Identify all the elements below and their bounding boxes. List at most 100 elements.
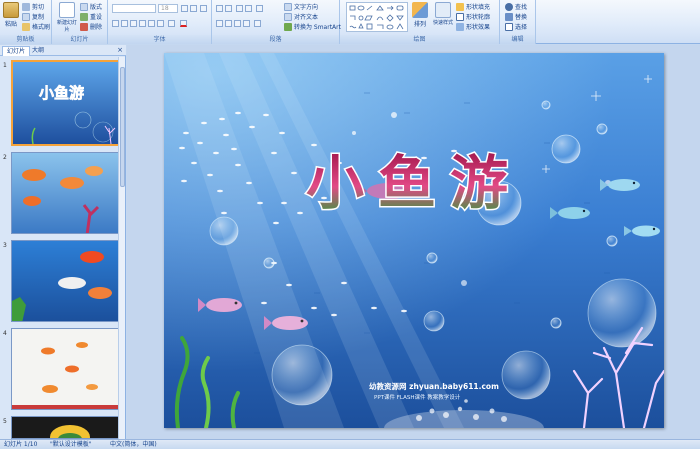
cut-button[interactable]: 剪切 — [22, 2, 44, 11]
layout-icon — [80, 2, 88, 11]
theme-name: "默认设计模板" — [50, 441, 92, 448]
font-color-icon[interactable] — [180, 20, 187, 27]
slide-thumbnail-1[interactable]: 小鱼游 — [11, 60, 121, 146]
columns-icon[interactable] — [254, 20, 261, 27]
slide-title[interactable]: 小鱼游 — [304, 148, 522, 219]
panel-scrollbar[interactable] — [118, 57, 125, 439]
thumbnail-1-image: 小鱼游 — [13, 62, 119, 144]
new-slide-icon — [59, 2, 75, 18]
panel-scrollbar-thumb[interactable] — [120, 67, 125, 187]
replace-button[interactable]: 替换 — [505, 12, 527, 21]
font-group-label: 字体 — [108, 35, 211, 44]
slide-number: 4 — [3, 330, 7, 337]
slide-canvas[interactable]: 小鱼游 幼教资源网 zhyuan.baby611.com PPT课件 FLASH… — [164, 53, 664, 428]
line-spacing-icon[interactable] — [256, 5, 263, 12]
slide-number: 2 — [3, 154, 7, 161]
paste-button[interactable]: 粘贴 — [3, 2, 19, 28]
increase-indent-icon[interactable] — [245, 5, 252, 12]
bullets-icon[interactable] — [216, 5, 223, 12]
justify-icon[interactable] — [243, 20, 250, 27]
shadow-icon[interactable] — [148, 20, 155, 27]
slide-number: 3 — [3, 242, 7, 249]
strikethrough-icon[interactable] — [139, 20, 146, 27]
quick-styles-button[interactable]: 快速样式 — [430, 2, 456, 26]
slide-thumbnail-4[interactable] — [11, 328, 121, 410]
thumbnail-1-title: 小鱼游 — [39, 84, 84, 102]
editing-group: 查找 替换 选择 编辑 — [500, 0, 536, 44]
font-size-combo[interactable]: 18 — [158, 4, 178, 13]
panel-tabs: 幻灯片 大纲 × — [0, 45, 126, 56]
status-bar: 幻灯片 1/10 "默认设计模板" 中文(简体，中国) — [0, 439, 700, 449]
tab-slides[interactable]: 幻灯片 — [2, 46, 31, 56]
slide-thumbnail-3[interactable] — [11, 240, 121, 322]
paragraph-group-label: 段落 — [212, 35, 339, 44]
text-direction-button[interactable]: 文字方向 — [284, 2, 318, 11]
underline-icon[interactable] — [130, 20, 137, 27]
reset-button[interactable]: 重设 — [80, 12, 102, 21]
shapes-gallery[interactable] — [346, 2, 408, 32]
slides-group: 新建幻灯片 版式 重设 删除 幻灯片 — [52, 0, 108, 44]
select-button[interactable]: 选择 — [505, 22, 527, 31]
paragraph-group: 文字方向 对齐文本 转换为 SmartArt 段落 — [212, 0, 341, 44]
cursor-icon — [505, 22, 513, 31]
italic-icon[interactable] — [121, 20, 128, 27]
slide-thumbnail-2[interactable] — [11, 152, 121, 234]
copy-button[interactable]: 复制 — [22, 12, 44, 21]
delete-button[interactable]: 删除 — [80, 22, 102, 31]
new-slide-button[interactable]: 新建幻灯片 — [56, 2, 78, 33]
thumbnail-4-image — [12, 329, 120, 409]
align-right-icon[interactable] — [234, 20, 241, 27]
thumbnail-5-image — [12, 417, 120, 438]
tab-outline[interactable]: 大纲 — [28, 46, 48, 56]
clipboard-group: 粘贴 剪切 复制 格式刷 剪贴板 — [0, 0, 52, 44]
layout-button[interactable]: 版式 — [80, 2, 102, 11]
copy-icon — [22, 12, 30, 21]
slide-thumbnail-5[interactable] — [11, 416, 121, 439]
align-text-button[interactable]: 对齐文本 — [284, 12, 318, 21]
thumbnail-3-image — [12, 241, 120, 321]
smartart-button[interactable]: 转换为 SmartArt — [284, 22, 341, 31]
decrease-indent-icon[interactable] — [236, 5, 243, 12]
slide-number: 5 — [3, 418, 7, 425]
ribbon: 粘贴 剪切 复制 格式刷 剪贴板 新建幻灯片 版式 重设 删除 幻灯片 18 字… — [0, 0, 700, 44]
clipboard-group-label: 剪贴板 — [0, 35, 51, 44]
find-button[interactable]: 查找 — [505, 2, 527, 11]
thumbnail-2-image — [12, 153, 120, 233]
ocean-background: 小鱼游 幼教资源网 zhyuan.baby611.com PPT课件 FLASH… — [164, 53, 664, 428]
shape-effects-button[interactable]: 形状效果 — [456, 22, 490, 31]
align-left-icon[interactable] — [216, 20, 223, 27]
outline-icon — [456, 12, 464, 21]
clear-format-icon[interactable] — [200, 5, 207, 12]
grow-font-icon[interactable] — [181, 5, 188, 12]
close-panel-icon[interactable]: × — [117, 46, 123, 55]
slide-editor: 小鱼游 幼教资源网 zhyuan.baby611.com PPT课件 FLASH… — [127, 45, 700, 439]
slides-group-label: 幻灯片 — [52, 35, 107, 44]
replace-icon — [505, 12, 513, 21]
drawing-group-label: 绘图 — [340, 35, 499, 44]
font-family-combo[interactable] — [112, 4, 156, 13]
shrink-font-icon[interactable] — [190, 5, 197, 12]
numbering-icon[interactable] — [225, 5, 232, 12]
watermark-text: 幼教资源网 zhyuan.baby611.com — [369, 381, 499, 391]
shape-outline-button[interactable]: 形状轮廓 — [456, 12, 490, 21]
case-icon[interactable] — [168, 20, 175, 27]
bold-icon[interactable] — [112, 20, 119, 27]
quick-styles-icon — [435, 2, 451, 18]
scissors-icon — [22, 2, 30, 11]
arrange-button[interactable]: 排列 — [412, 2, 428, 28]
align-center-icon[interactable] — [225, 20, 232, 27]
smartart-icon — [284, 22, 292, 31]
shape-fill-button[interactable]: 形状填充 — [456, 2, 490, 11]
editing-group-label: 编辑 — [500, 35, 535, 44]
slides-panel: 幻灯片 大纲 × 1 小鱼游 2 3 4 5 — [0, 45, 126, 439]
paste-icon — [3, 2, 19, 18]
format-painter-button[interactable]: 格式刷 — [22, 22, 50, 31]
delete-icon — [80, 22, 88, 31]
align-text-icon — [284, 12, 292, 21]
spacing-icon[interactable] — [157, 20, 164, 27]
language-indicator[interactable]: 中文(简体，中国) — [110, 440, 157, 449]
brush-icon — [22, 22, 30, 31]
effects-icon — [456, 22, 464, 31]
drawing-group: 排列 快速样式 形状填充 形状轮廓 形状效果 绘图 — [340, 0, 500, 44]
binoculars-icon — [505, 2, 513, 11]
